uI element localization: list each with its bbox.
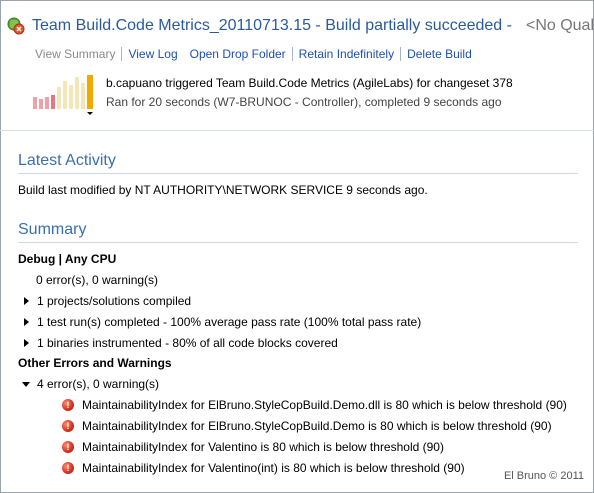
error-text: MaintainabilityIndex for ElBruno.StyleCo… (82, 419, 552, 433)
error-icon: ! (62, 420, 74, 432)
other-errors-count: 4 error(s), 0 warning(s) (37, 377, 160, 391)
expand-triangle-icon[interactable] (24, 339, 29, 347)
triggered-by-text: b.capuano triggered Team Build.Code Metr… (106, 76, 513, 90)
header-separator (0, 130, 594, 131)
test-runs-text: 1 test run(s) completed - 100% average p… (37, 315, 422, 329)
history-bar (57, 87, 61, 109)
build-history-chart[interactable] (33, 73, 95, 115)
retain-indefinitely-link[interactable]: Retain Indefinitely (291, 47, 400, 61)
expand-triangle-icon[interactable] (24, 297, 29, 305)
error-text: MaintainabilityIndex for ElBruno.StyleCo… (82, 398, 567, 412)
delete-build-link[interactable]: Delete Build (400, 47, 478, 61)
history-bar (33, 97, 37, 109)
build-title-row: Team Build.Code Metrics_20110713.15 - Bu… (6, 14, 594, 38)
binaries-text: 1 binaries instrumented - 80% of all cod… (37, 336, 338, 350)
other-errors-row[interactable]: 4 error(s), 0 warning(s) (22, 377, 159, 391)
error-item: ! MaintainabilityIndex for Valentino is … (62, 440, 444, 454)
current-marker (87, 112, 93, 115)
history-bar (63, 81, 67, 109)
error-icon: ! (62, 399, 74, 411)
history-bar (45, 97, 49, 109)
error-text: MaintainabilityIndex for Valentino(int) … (82, 461, 465, 475)
history-bar (51, 95, 55, 109)
build-partial-icon (6, 16, 26, 36)
error-text: MaintainabilityIndex for Valentino is 80… (82, 440, 444, 454)
other-errors-heading: Other Errors and Warnings (18, 356, 172, 370)
error-item: ! MaintainabilityIndex for ElBruno.Style… (62, 398, 567, 412)
projects-compiled-text: 1 projects/solutions compiled (37, 294, 192, 308)
run-duration-text: Ran for 20 seconds (W7-BRUNOC - Controll… (106, 95, 502, 109)
latest-activity-text: Build last modified by NT AUTHORITY\NETW… (18, 183, 428, 197)
view-log-link[interactable]: View Log (121, 47, 183, 61)
error-item: ! MaintainabilityIndex for Valentino(int… (62, 461, 465, 475)
projects-compiled-row[interactable]: 1 projects/solutions compiled (24, 294, 191, 308)
summary-underline (18, 242, 578, 243)
errors-warnings-text: 0 error(s), 0 warning(s) (36, 273, 159, 287)
history-bar (39, 99, 43, 109)
history-bar (69, 85, 73, 109)
collapse-triangle-icon[interactable] (22, 381, 30, 387)
build-title: Team Build.Code Metrics_20110713.15 - Bu… (32, 17, 512, 34)
error-icon: ! (62, 441, 74, 453)
action-links: View Summary View Log Open Drop Folder R… (35, 47, 478, 61)
latest-activity-heading: Latest Activity (18, 152, 116, 169)
binaries-row[interactable]: 1 binaries instrumented - 80% of all cod… (24, 336, 338, 350)
build-quality[interactable]: <No Quali (526, 17, 594, 35)
history-bar (75, 77, 79, 109)
open-drop-folder-link[interactable]: Open Drop Folder (184, 47, 292, 61)
copyright-watermark: El Bruno © 2011 (503, 470, 584, 482)
error-icon: ! (62, 462, 74, 474)
expand-triangle-icon[interactable] (24, 318, 29, 326)
view-summary-link[interactable]: View Summary (35, 47, 121, 61)
test-runs-row[interactable]: 1 test run(s) completed - 100% average p… (24, 315, 421, 329)
summary-heading: Summary (18, 221, 87, 238)
latest-activity-underline (18, 173, 578, 174)
history-bar-current (87, 75, 93, 109)
history-bar (81, 83, 85, 109)
config-heading: Debug | Any CPU (18, 252, 117, 266)
error-item: ! MaintainabilityIndex for ElBruno.Style… (62, 419, 552, 433)
